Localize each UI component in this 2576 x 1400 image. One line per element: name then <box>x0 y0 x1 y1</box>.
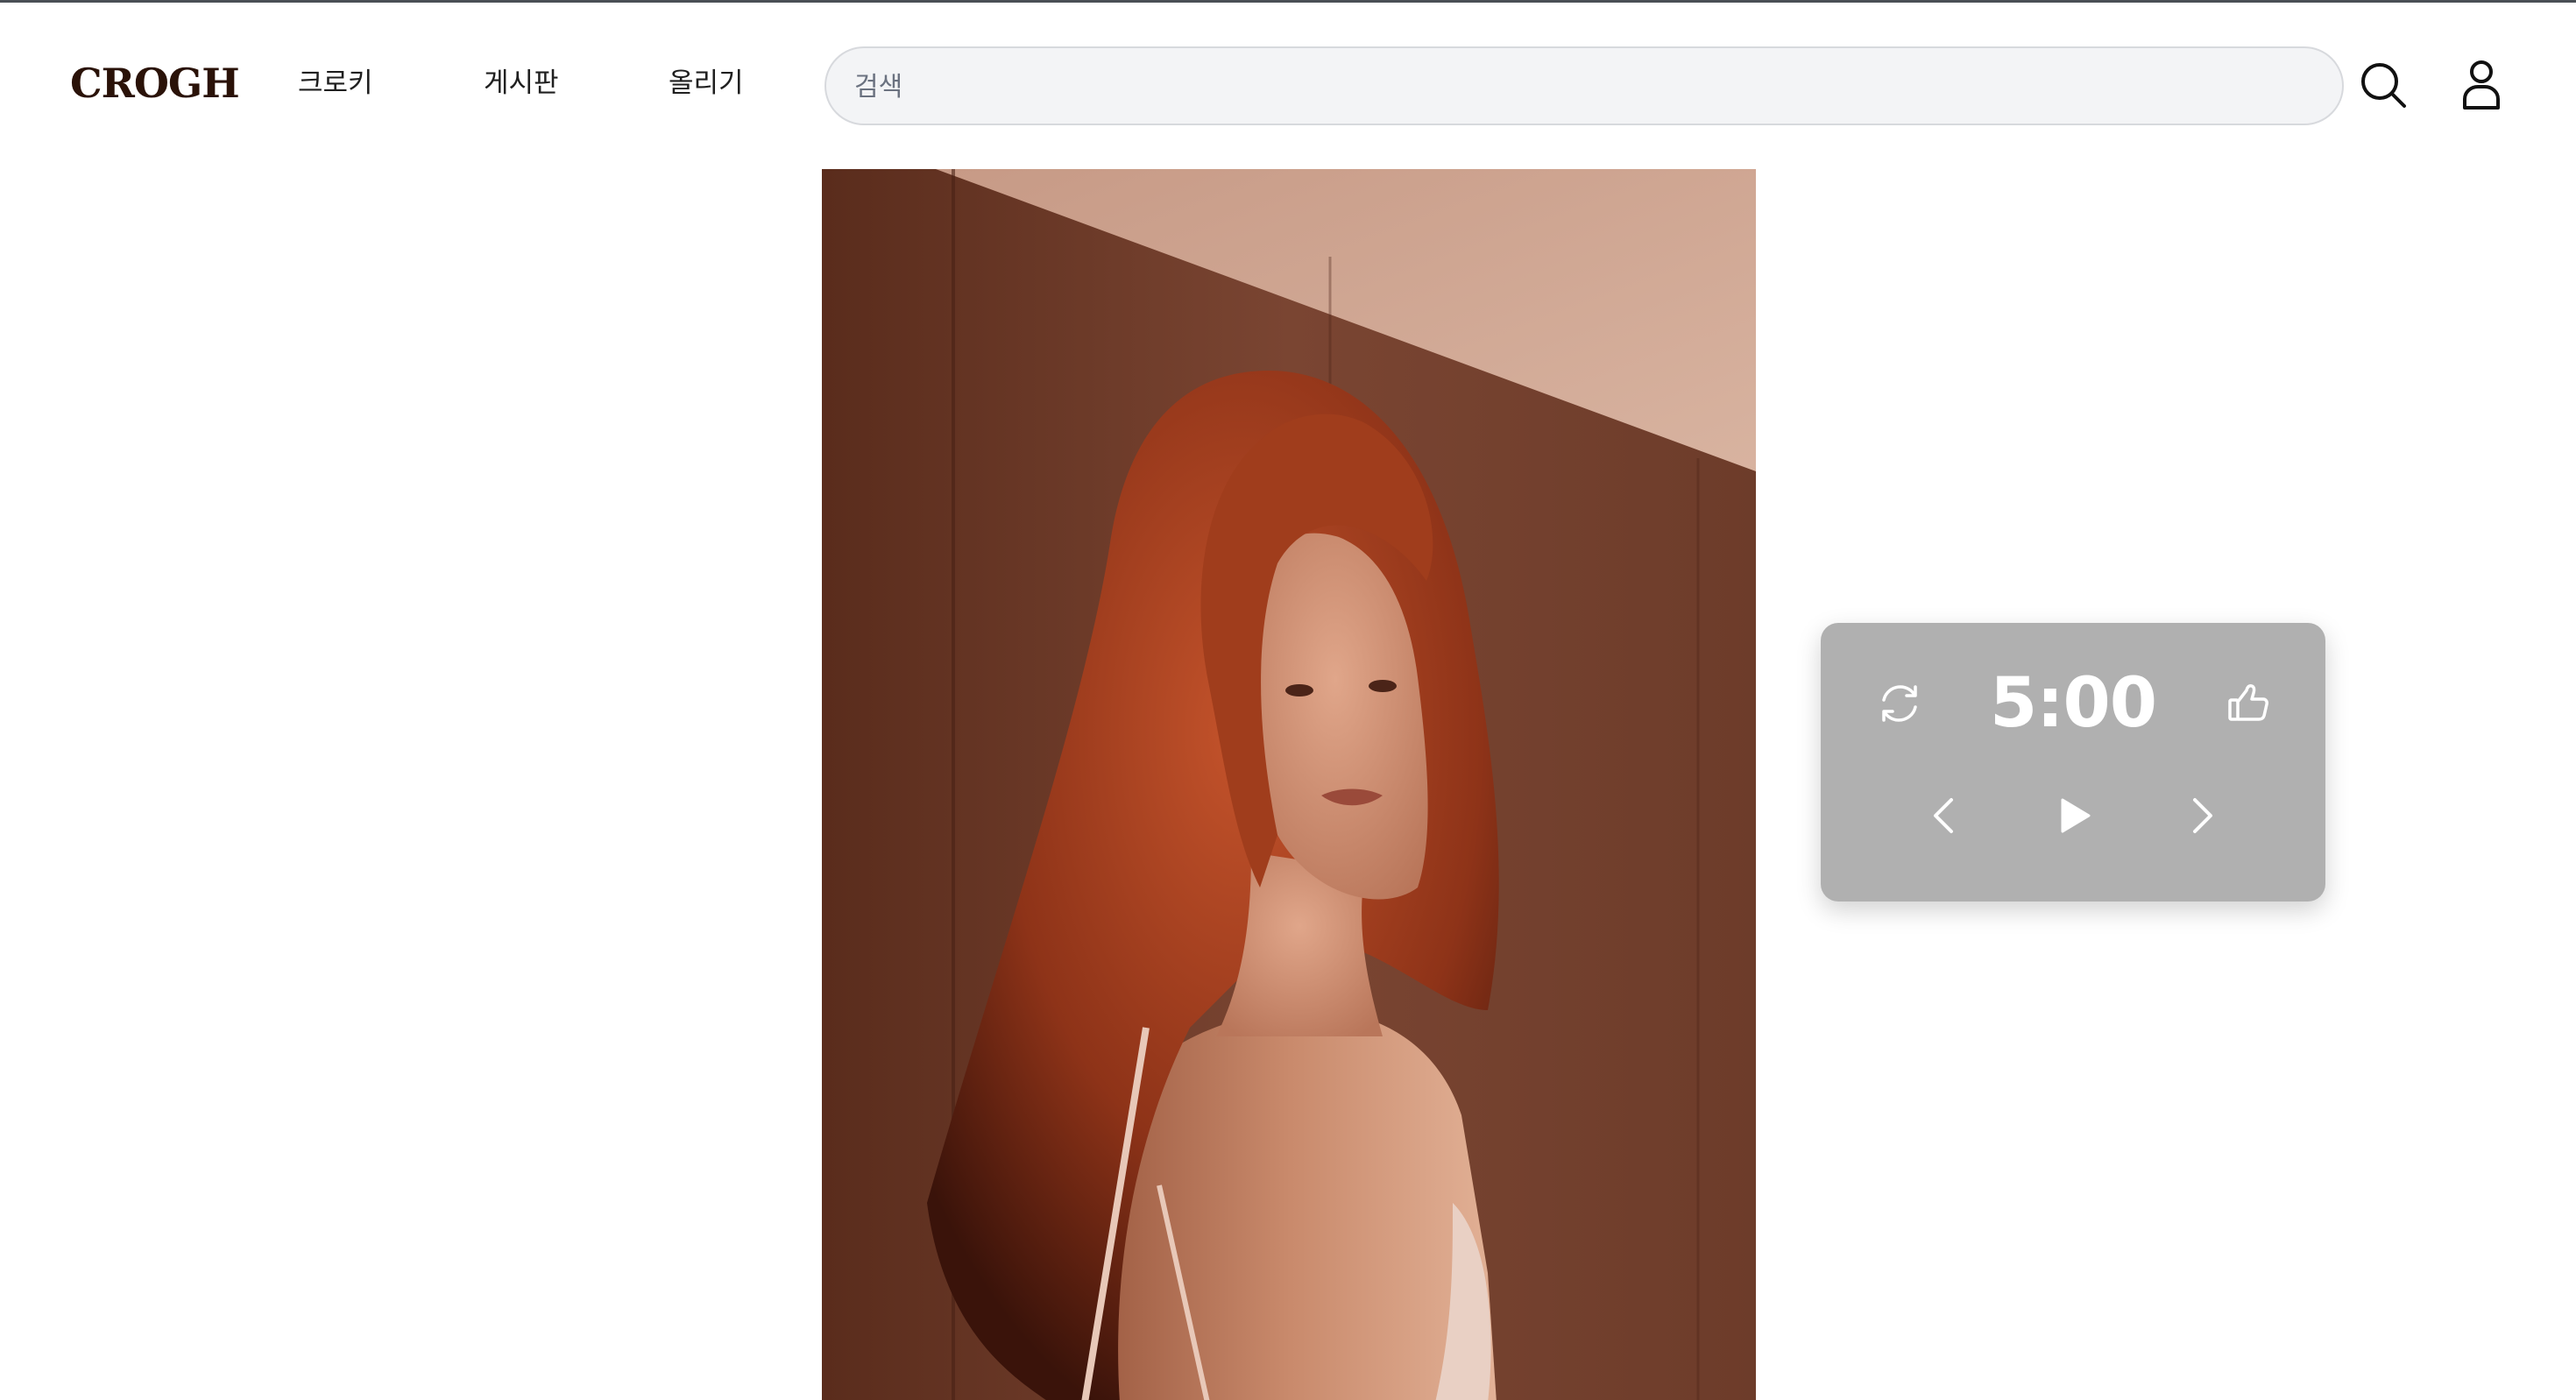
previous-image-button[interactable] <box>1917 788 1973 844</box>
chevron-left-icon <box>1934 798 1953 833</box>
refresh-button[interactable] <box>1872 675 1928 732</box>
refresh-icon <box>1882 685 1917 722</box>
croquis-timer-panel: 5:00 <box>1821 623 2325 902</box>
play-button[interactable] <box>2045 788 2101 844</box>
user-profile-button[interactable] <box>2453 57 2509 113</box>
top-navigation-bar: CROGH 크로키 게시판 올리기 <box>0 3 2576 169</box>
search-icon <box>2361 63 2406 108</box>
nav-item-upload[interactable]: 올리기 <box>669 64 744 103</box>
thumbs-up-icon <box>2228 684 2268 721</box>
nav-item-board[interactable]: 게시판 <box>484 64 559 103</box>
nav-item-croquis[interactable]: 크로키 <box>298 64 373 103</box>
brand-logo[interactable]: CROGH <box>70 57 240 110</box>
search-bar <box>824 46 2344 125</box>
search-button[interactable] <box>2355 57 2411 113</box>
chevron-right-icon <box>2193 798 2212 833</box>
portrait-image <box>822 169 1756 1400</box>
app-window: CROGH 크로키 게시판 올리기 검색 5:00 <box>0 0 2576 1400</box>
play-icon <box>2061 798 2091 833</box>
croquis-reference-photo <box>822 169 1756 1400</box>
user-icon <box>2463 60 2500 110</box>
search-input[interactable] <box>853 48 2319 125</box>
next-image-button[interactable] <box>2173 788 2229 844</box>
like-button[interactable] <box>2220 675 2276 732</box>
timer-countdown: 5:00 <box>1989 664 2157 743</box>
